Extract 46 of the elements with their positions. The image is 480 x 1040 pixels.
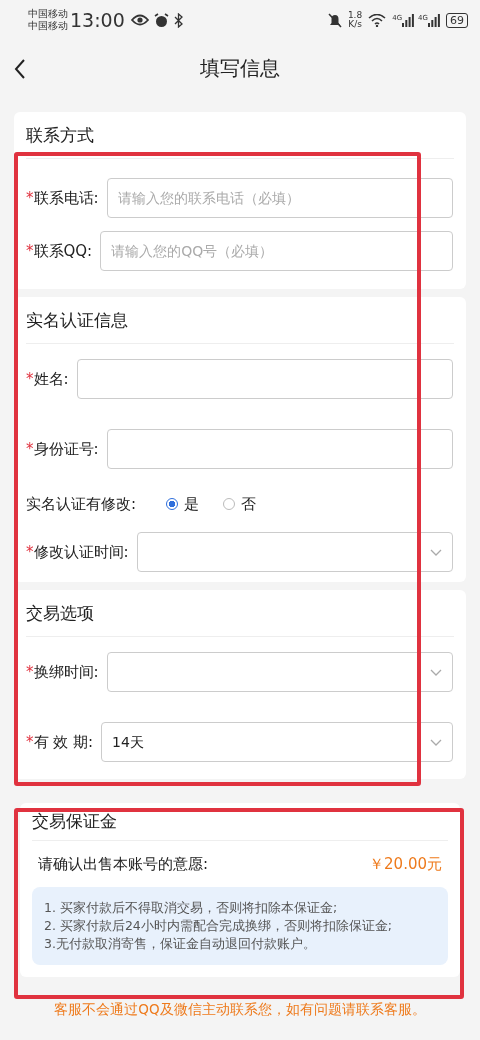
select-field[interactable] <box>136 532 453 572</box>
field-label: *联系QQ: <box>26 241 93 260</box>
field-label: *修改认证时间: <box>26 543 129 561</box>
footer-notice: 客服不会通过QQ及微信主动联系您，如有问题请联系客服。 <box>54 1001 426 1017</box>
input-field[interactable] <box>106 429 453 469</box>
clock-time: 13:00 <box>70 9 125 31</box>
section-title: 交易保证金 <box>32 803 448 841</box>
field-label: *换绑时间: <box>26 663 99 681</box>
section-title: 联系方式 <box>26 112 454 159</box>
chevron-down-icon <box>430 738 442 746</box>
carrier-name: 中国移动 <box>28 8 68 20</box>
battery-level: 69 <box>446 12 468 28</box>
chevron-down-icon <box>430 548 442 556</box>
deposit-amount: ￥20.00元 <box>369 855 442 873</box>
alarm-icon <box>153 12 169 28</box>
back-icon[interactable] <box>14 59 26 79</box>
section-title: 交易选项 <box>26 590 454 637</box>
select-field[interactable]: 14天 <box>101 722 453 762</box>
carrier-name: 中国移动 <box>28 20 68 32</box>
notice-line: 2. 买家付款后24小时内需配合完成换绑，否则将扣除保证金; <box>44 917 394 935</box>
select-field[interactable] <box>106 652 453 692</box>
field-label: 实名认证有修改: <box>26 495 137 513</box>
radio-option[interactable]: 否 <box>223 495 257 513</box>
chevron-down-icon <box>430 668 442 676</box>
radio-button[interactable] <box>166 498 179 510</box>
page-title: 填写信息 <box>200 54 280 82</box>
input-field[interactable] <box>76 359 453 399</box>
signal-icon <box>428 13 440 27</box>
input-field[interactable]: 请输入您的QQ号（必填） <box>100 230 453 271</box>
field-label: *身份证号: <box>26 440 99 458</box>
eye-icon <box>130 14 149 26</box>
input-field[interactable]: 请输入您的联系电话（必填） <box>106 177 453 218</box>
field-label: *姓名: <box>26 370 69 388</box>
muted-bell-icon <box>327 12 342 28</box>
notice-line: 3.无付款取消寄售，保证金自动退回付款账户。 <box>44 935 317 953</box>
bluetooth-icon <box>173 12 183 28</box>
radio-option[interactable]: 是 <box>166 495 200 513</box>
field-label: *联系电话: <box>26 188 99 207</box>
notice-line: 1. 买家付款后不得取消交易，否则将扣除本保证金; <box>44 899 339 917</box>
section-title: 实名认证信息 <box>26 297 454 344</box>
signal-icon <box>402 13 415 27</box>
prompt-text: 请确认出售本账号的意愿: <box>38 855 209 873</box>
wifi-icon <box>368 13 387 27</box>
field-label: *有 效 期: <box>26 733 94 751</box>
network-speed: 1.8 <box>347 11 363 20</box>
speed-unit: K/s <box>348 20 362 29</box>
